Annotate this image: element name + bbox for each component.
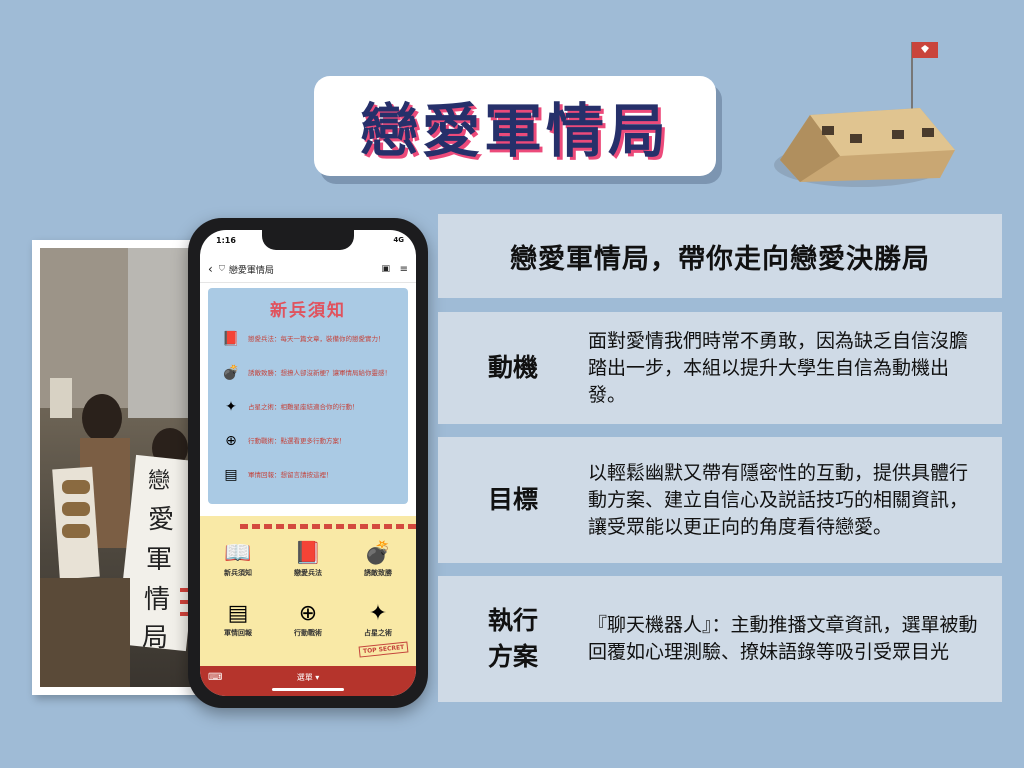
bomb-icon: 💣	[364, 541, 392, 566]
svg-text:軍: 軍	[146, 545, 172, 575]
book-icon: 📕	[222, 331, 240, 347]
phone-notch	[262, 230, 354, 250]
plan-label-line1: 執行	[487, 606, 538, 635]
star-icon: ✦	[225, 399, 237, 415]
menu-item-lure-win[interactable]: 💣 誘敵致勝	[346, 540, 410, 578]
chat-header: ‹ ⛉ 戀愛軍情局 ▣ ≡	[200, 256, 416, 283]
plan-text: 『聊天機器人』：主動推播文章資訊，選單被動回覆如心理測驗、撩妹語錄等吸引受眾目光	[588, 614, 978, 663]
phone-screen: 1:16 4G ‹ ⛉ 戀愛軍情局 ▣ ≡ 新兵須知 📕 戀愛兵法：每天一篇文章…	[200, 230, 416, 696]
headline-text: 戀愛軍情局，帶你走向戀愛決勝局	[510, 243, 930, 275]
home-indicator	[272, 688, 344, 691]
menu-item-label: 行動戰術	[294, 629, 322, 637]
bunker-illustration	[774, 42, 955, 187]
menu-item-label: 軍情回報	[224, 629, 252, 637]
back-icon[interactable]: ‹	[208, 262, 213, 276]
report-icon: ▤	[224, 467, 238, 483]
motivation-panel: 動機 面對愛情我們時常不勇敢，因為缺乏自信沒膽踏出一步，本組以提升大學生自信為動…	[438, 312, 1002, 424]
rich-menu: 📖 新兵須知 📕 戀愛兵法 💣 誘敵致勝 ▤ 軍情回報 ⊕ 行動戰術 ✦ 占星之…	[200, 516, 416, 666]
top-secret-stamp: TOP SECRET	[358, 641, 409, 658]
menu-item-action-tactics[interactable]: ⊕ 行動戰術	[276, 600, 340, 638]
chat-name: 戀愛軍情局	[228, 265, 274, 276]
svg-text:情: 情	[144, 585, 170, 615]
title-box: 戀愛軍情局	[314, 76, 716, 176]
card-row-text: 戀愛兵法：每天一篇文章，裝備你的戀愛實力！	[248, 335, 385, 343]
goal-text: 以輕鬆幽默又帶有隱密性的互動，提供具體行動方案、建立自信心及説話技巧的相關資訊，…	[588, 461, 969, 538]
menu-toggle-label[interactable]: 選單 ▾	[200, 672, 416, 683]
card-title: 新兵須知	[270, 301, 346, 321]
card-row-text: 占星之術：相難星座結適合你的行動！	[248, 403, 359, 411]
report-icon: ▤	[227, 601, 249, 626]
menu-item-astrology[interactable]: ✦ 占星之術	[346, 600, 410, 638]
event-photo: 戀 愛 軍 情 局	[32, 240, 208, 695]
card-row[interactable]: 💣 誘敵致勝：想撩人卻沒新梗？讓軍情局給你靈感！	[220, 362, 406, 384]
star-icon: ✦	[368, 601, 388, 626]
card-row-text: 誘敵致勝：想撩人卻沒新梗？讓軍情局給你靈感！	[248, 369, 391, 377]
status-time: 1:16	[216, 236, 236, 245]
crosshair-icon: ⊕	[298, 601, 318, 626]
crosshair-icon: ⊕	[225, 433, 237, 449]
note-icon[interactable]: ▣	[381, 264, 390, 274]
plan-panel: 執行 方案 『聊天機器人』：主動推播文章資訊，選單被動回覆如心理測驗、撩妹語錄等…	[438, 576, 1002, 702]
card-row[interactable]: 📕 戀愛兵法：每天一篇文章，裝備你的戀愛實力！	[220, 328, 406, 350]
menu-item-report[interactable]: ▤ 軍情回報	[206, 600, 270, 638]
svg-text:戀: 戀	[148, 469, 170, 494]
card-row-text: 軍情回報：想留言請按這裡！	[248, 471, 333, 479]
bomb-icon: 💣	[222, 365, 240, 381]
headline-panel: 戀愛軍情局，帶你走向戀愛決勝局	[438, 214, 1002, 298]
card-row-text: 行動戰術：點選看更多行動方案！	[248, 437, 346, 445]
card-row[interactable]: ▤ 軍情回報：想留言請按這裡！	[220, 464, 406, 486]
card-row[interactable]: ⊕ 行動戰術：點選看更多行動方案！	[220, 430, 406, 452]
book-icon: 📕	[294, 541, 322, 566]
bottom-menu-bar[interactable]: ⌨ 選單 ▾	[200, 666, 416, 696]
motivation-label: 動機	[487, 353, 538, 382]
info-card: 新兵須知 📕 戀愛兵法：每天一篇文章，裝備你的戀愛實力！ 💣 誘敵致勝：想撩人卻…	[208, 288, 408, 504]
goal-label: 目標	[487, 485, 538, 514]
plan-label-line2: 方案	[487, 642, 538, 671]
menu-item-love-tactics[interactable]: 📕 戀愛兵法	[276, 540, 340, 578]
shield-icon: ⛉	[218, 264, 225, 273]
menu-icon[interactable]: ≡	[400, 264, 408, 275]
goal-panel: 目標 以輕鬆幽默又帶有隱密性的互動，提供具體行動方案、建立自信心及説話技巧的相關…	[438, 437, 1002, 563]
menu-item-label: 戀愛兵法	[294, 569, 322, 577]
menu-item-new-recruit[interactable]: 📖 新兵須知	[206, 540, 270, 578]
photo-content: 戀 愛 軍 情 局	[40, 248, 200, 687]
phone-mockup: 1:16 4G ‹ ⛉ 戀愛軍情局 ▣ ≡ 新兵須知 📕 戀愛兵法：每天一篇文章…	[188, 218, 428, 708]
menu-item-label: 占星之術	[364, 629, 392, 637]
svg-text:愛: 愛	[148, 505, 174, 535]
tape-decoration	[240, 524, 416, 529]
motivation-text: 面對愛情我們時常不勇敢，因為缺乏自信沒膽踏出一步，本組以提升大學生自信為動機出發…	[588, 329, 969, 406]
menu-item-label: 新兵須知	[224, 569, 252, 577]
slide-title: 戀愛軍情局	[359, 97, 670, 165]
plan-label: 執行 方案	[438, 603, 588, 675]
svg-text:局: 局	[142, 623, 168, 653]
card-row[interactable]: ✦ 占星之術：相難星座結適合你的行動！	[220, 396, 406, 418]
notebook-icon: 📖	[224, 541, 252, 566]
status-network: 4G	[393, 236, 404, 244]
menu-item-label: 誘敵致勝	[364, 569, 392, 577]
